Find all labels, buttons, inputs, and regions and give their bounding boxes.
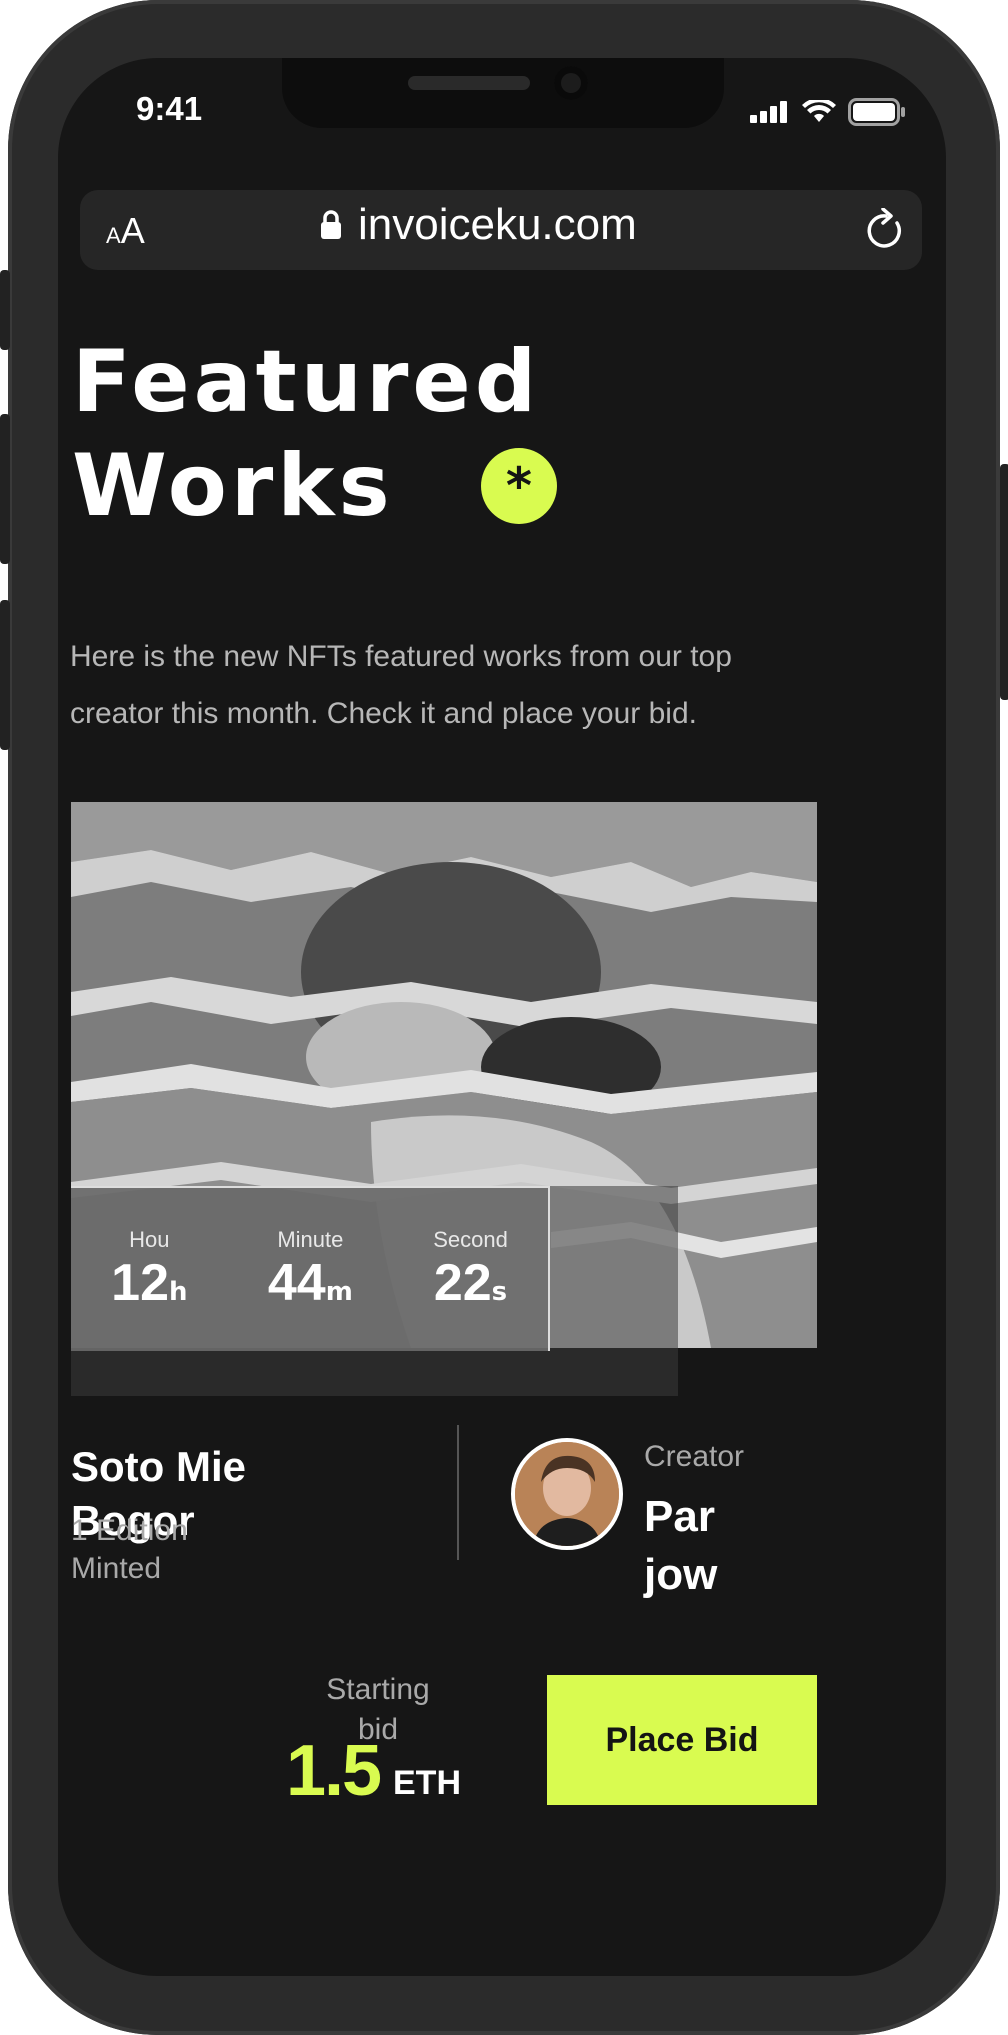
place-bid-button[interactable]: Place Bid: [547, 1675, 817, 1805]
status-icons: [750, 98, 906, 126]
vertical-divider: [457, 1425, 459, 1560]
volume-up-button: [0, 414, 10, 564]
hours-value: 12: [111, 1253, 170, 1312]
side-button: [0, 270, 10, 350]
browser-address-bar[interactable]: AA invoiceku.com: [80, 190, 922, 270]
text-size-button[interactable]: AA: [106, 210, 145, 252]
asterisk-badge: *: [481, 448, 557, 524]
countdown-hours: Hou 12h: [111, 1227, 187, 1313]
url-display[interactable]: invoiceku.com: [320, 200, 637, 250]
page-title: Featured Works: [72, 330, 540, 538]
bid-unit: ETH: [393, 1764, 461, 1802]
battery-icon: [848, 98, 905, 126]
countdown-timer: Hou 12h Minute 44m Second 22s: [71, 1186, 550, 1351]
avatar[interactable]: [511, 1438, 623, 1550]
creator-label: Creator: [644, 1440, 745, 1473]
hours-label: Hou: [129, 1226, 170, 1252]
url-text: invoiceku.com: [358, 200, 637, 249]
text-size-large-label: A: [120, 210, 145, 251]
hero-description: Here is the new NFTs featured works from…: [70, 640, 732, 730]
status-time: 9:41: [136, 90, 203, 127]
text-size-small-label: A: [106, 223, 121, 248]
minutes-value: 44: [267, 1253, 326, 1312]
title-line-2: Works: [72, 436, 394, 536]
title-line-1: Featured: [72, 332, 541, 432]
hours-unit: h: [169, 1276, 188, 1307]
lock-icon: [321, 210, 341, 239]
power-button: [1000, 464, 1008, 700]
minutes-unit: m: [325, 1276, 353, 1307]
signal-icon: [750, 101, 787, 123]
reload-icon[interactable]: [866, 208, 906, 252]
front-camera: [554, 66, 588, 100]
seconds-unit: s: [491, 1276, 508, 1307]
countdown-seconds: Second 22s: [433, 1227, 508, 1313]
bid-value: 1.5: [286, 1731, 382, 1811]
countdown-minutes: Minute 44m: [268, 1227, 353, 1313]
wifi-icon: [802, 100, 836, 122]
seconds-value: 22: [433, 1253, 492, 1312]
creator-name[interactable]: Par jow: [644, 1488, 774, 1604]
nft-edition: 1 Edition Minted: [71, 1514, 188, 1585]
speaker: [408, 76, 530, 90]
notch: [282, 58, 724, 128]
creator-avatar-image: [515, 1442, 619, 1546]
seconds-label: Second: [433, 1226, 508, 1252]
minutes-label: Minute: [277, 1226, 344, 1252]
volume-down-button: [0, 600, 10, 750]
